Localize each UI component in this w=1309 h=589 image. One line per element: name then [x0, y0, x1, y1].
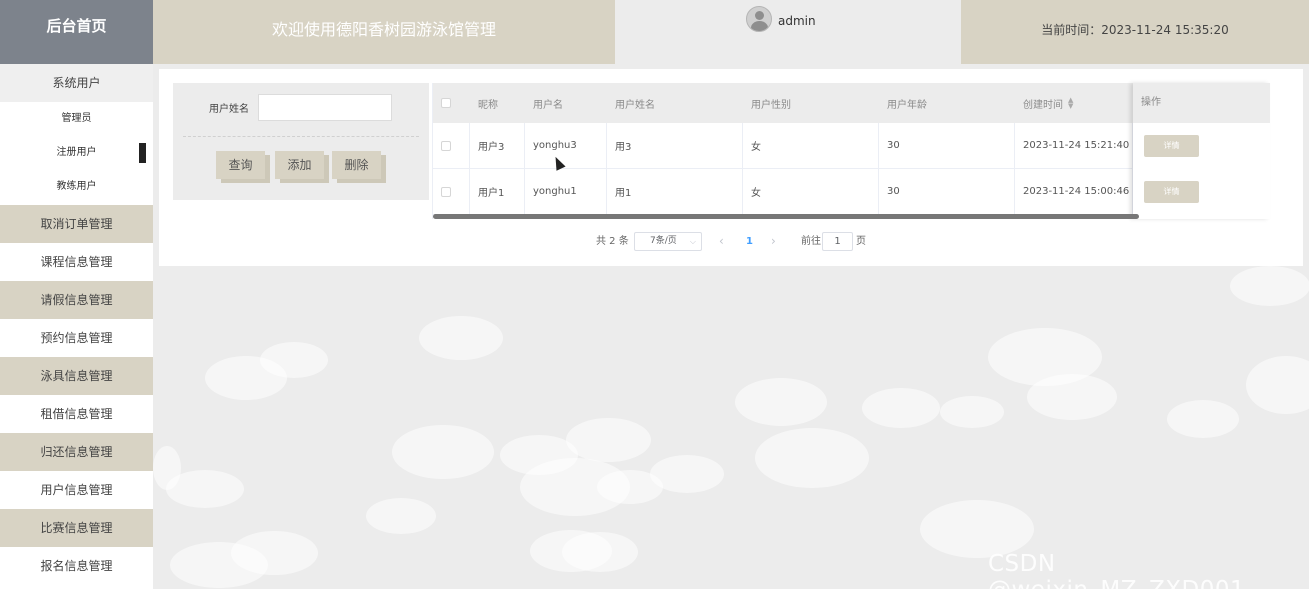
age-cell: 30 [879, 123, 1015, 168]
row-select-cell [433, 123, 470, 168]
background-bubble [1246, 356, 1309, 414]
sort-icon[interactable]: ▲ ▼ [1068, 97, 1073, 110]
row-checkbox[interactable] [441, 140, 451, 151]
created-cell: 2023-11-24 15:21:40 [1015, 123, 1133, 168]
delete-button[interactable]: 删除 [332, 151, 381, 179]
column-header: 操作 [1133, 83, 1270, 123]
add-button[interactable]: 添加 [275, 151, 324, 179]
sidebar-item-competitions[interactable]: 比赛信息管理 [0, 509, 153, 547]
active-indicator [139, 143, 146, 163]
background-bubble [1027, 374, 1117, 420]
sidebar-item-system-users[interactable]: 系统用户 [0, 64, 153, 102]
background-bubble [940, 396, 1004, 428]
created-column-header[interactable]: 创建时间 ▲ ▼ [1015, 83, 1133, 123]
sidebar-item-reservations[interactable]: 预约信息管理 [0, 319, 153, 357]
goto-page-input[interactable]: 1 [822, 232, 853, 251]
user-table: 昵称 用户名 用户姓名 用户性别 用户年龄 创建时间 ▲ ▼ 用户3 yonghu3… [432, 83, 1270, 219]
sidebar-item-returns[interactable]: 归还信息管理 [0, 433, 153, 471]
sidebar-item-cancel-orders[interactable]: 取消订单管理 [0, 205, 153, 243]
top-header: 后台首页 欢迎使用德阳香树园游泳馆管理 admin 当前时间：2023-11-2… [0, 0, 1309, 64]
column-header: 用户姓名 [615, 99, 655, 111]
created-cell: 2023-11-24 15:00:46 [1015, 169, 1133, 214]
background-bubble [419, 316, 503, 360]
query-button[interactable]: 查询 [216, 151, 265, 179]
page-number-current[interactable]: 1 [746, 232, 753, 251]
username-cell: yonghu1 [525, 169, 607, 214]
page-title: 欢迎使用德阳香树园游泳馆管理 [153, 0, 615, 64]
background-bubble [1230, 266, 1309, 306]
column-header-label: 创建时间 [1023, 99, 1063, 111]
nickname-cell: 用户1 [470, 169, 525, 214]
goto-label: 前往 [801, 236, 821, 247]
page-size-value: 7条/页 [650, 236, 677, 246]
username-cell: yonghu3 [525, 123, 607, 168]
page-size-select[interactable]: 7条/页 ⌵ [634, 232, 702, 251]
divider [183, 136, 419, 137]
search-label: 用户姓名 [209, 104, 249, 115]
row-checkbox[interactable] [441, 186, 451, 197]
column-header: 用户性别 [751, 99, 791, 111]
nickname-cell: 用户3 [470, 123, 525, 168]
search-input[interactable] [258, 94, 392, 121]
sidebar-item-registered-users[interactable]: 注册用户 [0, 136, 153, 170]
row-select-cell [433, 169, 470, 214]
user-area: admin [615, 0, 961, 64]
column-header: 用户名 [533, 99, 563, 111]
current-time: 当前时间：2023-11-24 15:35:20 [961, 0, 1309, 64]
background-bubble [392, 425, 494, 479]
background-bubble [1167, 400, 1239, 438]
chevron-down-icon: ⌵ [689, 237, 696, 246]
background-bubble [920, 500, 1034, 558]
gender-cell: 女 [743, 169, 879, 214]
background-bubble [562, 532, 638, 572]
avatar[interactable] [746, 6, 772, 32]
name-cell: 用1 [607, 169, 743, 214]
background-bubble [862, 388, 940, 428]
sidebar-item-courses[interactable]: 课程信息管理 [0, 243, 153, 281]
horizontal-scrollbar[interactable] [433, 214, 1139, 219]
prev-page-button[interactable]: ‹ [719, 232, 724, 251]
sidebar-item-admin[interactable]: 管理员 [0, 102, 153, 136]
action-column: 操作 详情 详情 [1133, 83, 1270, 219]
sidebar: 系统用户 管理员 注册用户 教练用户 取消订单管理 课程信息管理 请假信息管理 … [0, 64, 153, 589]
background-bubble [755, 428, 869, 488]
total-count: 共 2 条 [596, 236, 629, 247]
background-bubble [650, 455, 724, 493]
username[interactable]: admin [778, 14, 816, 28]
select-all-cell [433, 83, 470, 123]
background-bubble [366, 498, 436, 534]
column-header: 用户年龄 [887, 99, 927, 111]
column-header: 昵称 [478, 99, 498, 111]
background-bubble [153, 446, 181, 490]
sidebar-item-registrations[interactable]: 报名信息管理 [0, 547, 153, 585]
page-unit-label: 页 [856, 236, 866, 247]
sidebar-item-user-info[interactable]: 用户信息管理 [0, 471, 153, 509]
age-cell: 30 [879, 169, 1015, 214]
next-page-button[interactable]: › [771, 232, 776, 251]
sidebar-item-leave[interactable]: 请假信息管理 [0, 281, 153, 319]
sidebar-item-rentals[interactable]: 租借信息管理 [0, 395, 153, 433]
background-bubble [566, 418, 651, 462]
sidebar-item-swim-gear[interactable]: 泳具信息管理 [0, 357, 153, 395]
home-logo[interactable]: 后台首页 [0, 0, 153, 64]
detail-button[interactable]: 详情 [1144, 181, 1199, 203]
select-all-checkbox[interactable] [441, 98, 451, 108]
sidebar-item-coach-users[interactable]: 教练用户 [0, 170, 153, 204]
name-cell: 用3 [607, 123, 743, 168]
background-bubble [735, 378, 827, 426]
watermark: CSDN @weixin_MZ_ZXD001 [988, 551, 1245, 589]
background-bubble [260, 342, 328, 378]
gender-cell: 女 [743, 123, 879, 168]
detail-button[interactable]: 详情 [1144, 135, 1199, 157]
background-bubble [170, 542, 268, 588]
